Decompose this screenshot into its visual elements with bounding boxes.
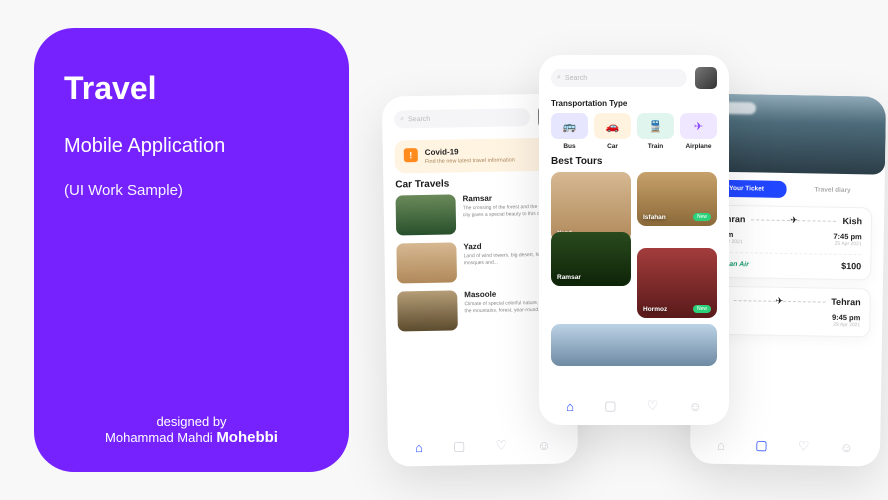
search-icon: ⌕: [557, 74, 561, 82]
nav-profile-icon[interactable]: ☺: [840, 439, 854, 454]
section-transportation: Transportation Type: [551, 99, 717, 108]
covid-banner[interactable]: ! Covid-19 Find the new latest travel in…: [395, 138, 562, 174]
tour-label: Ramsar: [557, 274, 581, 281]
transport-car[interactable]: 🚗: [594, 113, 631, 139]
covid-title: Covid-19: [425, 146, 515, 157]
tab-travel-diary[interactable]: Travel diary: [792, 181, 872, 199]
nav-profile-icon[interactable]: ☺: [537, 437, 551, 452]
search-input[interactable]: ⌕ Search: [551, 69, 687, 87]
transport-label: Train: [637, 143, 674, 150]
alert-icon: !: [404, 148, 418, 162]
new-badge: New: [693, 305, 711, 313]
plane-icon: ✈: [776, 295, 784, 306]
tour-card[interactable]: Ramsar: [551, 232, 631, 286]
bottom-nav: ⌂ ▢ ♡ ☺: [551, 393, 717, 419]
bottom-nav: ⌂ ▢ ♡ ☺: [702, 432, 868, 461]
credit-prefix: designed by: [64, 414, 319, 429]
trip-card[interactable]: Ramsar The crossing of the forest and th…: [396, 193, 563, 236]
transport-label: Car: [594, 143, 631, 150]
tour-card[interactable]: Isfahan New: [637, 172, 717, 226]
avatar[interactable]: [695, 67, 717, 89]
search-placeholder: Search: [408, 115, 430, 122]
nav-favorites-icon[interactable]: ♡: [495, 438, 507, 454]
arr-time: 9:45 pm: [832, 313, 861, 322]
to-city: Tehran: [831, 297, 861, 308]
nav-briefcase-icon[interactable]: ▢: [755, 437, 768, 453]
nav-home-icon[interactable]: ⌂: [566, 399, 574, 414]
nav-favorites-icon[interactable]: ♡: [647, 398, 659, 414]
train-icon: 🚆: [649, 120, 663, 133]
promo-title: Travel: [64, 70, 319, 107]
search-placeholder: Search: [565, 75, 587, 82]
author-last: Mohebbi: [216, 429, 278, 446]
plane-icon: ✈: [790, 215, 798, 226]
phone-best-tours: ⌕ Search Transportation Type 🚌 🚗 🚆 ✈ Bus…: [539, 55, 729, 425]
new-badge: New: [693, 213, 711, 221]
airplane-icon: ✈: [694, 120, 703, 133]
covid-desc: Find the new latest travel information: [425, 157, 515, 165]
nav-profile-icon[interactable]: ☺: [689, 399, 702, 414]
ticket-price: $100: [841, 261, 861, 271]
tour-card[interactable]: Hormoz New: [637, 248, 717, 318]
nav-favorites-icon[interactable]: ♡: [798, 438, 810, 454]
transport-bus[interactable]: 🚌: [551, 113, 588, 139]
tour-label: Isfahan: [643, 214, 666, 221]
search-icon: ⌕: [400, 115, 404, 123]
tour-label: Hormoz: [643, 306, 667, 313]
bus-icon: 🚌: [563, 120, 577, 133]
transport-label: Bus: [551, 143, 588, 150]
transport-airplane[interactable]: ✈: [680, 113, 717, 139]
trip-thumbnail: [396, 194, 457, 235]
car-icon: 🚗: [606, 120, 620, 133]
author-first: Mohammad Mahdi: [105, 430, 213, 445]
arr-time: 7:45 pm: [833, 232, 862, 241]
transport-label: Airplane: [680, 143, 717, 150]
transport-train[interactable]: 🚆: [637, 113, 674, 139]
nav-home-icon[interactable]: ⌂: [415, 440, 423, 455]
bottom-nav: ⌂ ▢ ♡ ☺: [400, 432, 566, 461]
nav-briefcase-icon[interactable]: ▢: [604, 398, 616, 414]
trip-thumbnail: [397, 290, 458, 331]
to-city: Kish: [842, 216, 862, 226]
ticket-card[interactable]: ish ✈ Tehran 9:45 pm 29 Apr 2021: [704, 286, 871, 338]
tour-card[interactable]: [551, 324, 717, 366]
credit-block: designed by Mohammad Mahdi Mohebbi: [64, 414, 319, 446]
ticket-card[interactable]: Tehran ✈ Kish 6 pm 25 Apr 2021 7:45 pm 2…: [705, 205, 872, 281]
promo-subtitle: Mobile Application: [64, 135, 319, 158]
promo-tag: (UI Work Sample): [64, 182, 319, 199]
arr-date: 29 Apr 2021: [832, 322, 860, 328]
search-input[interactable]: ⌕ Search: [394, 108, 530, 128]
trip-thumbnail: [396, 242, 457, 283]
nav-briefcase-icon[interactable]: ▢: [453, 438, 466, 454]
promo-card: Travel Mobile Application (UI Work Sampl…: [34, 28, 349, 472]
nav-home-icon[interactable]: ⌂: [717, 437, 725, 452]
section-best-tours: Best Tours: [551, 156, 717, 167]
arr-date: 25 Apr 2021: [833, 241, 861, 247]
section-car-travels: Car Travels: [395, 177, 561, 191]
